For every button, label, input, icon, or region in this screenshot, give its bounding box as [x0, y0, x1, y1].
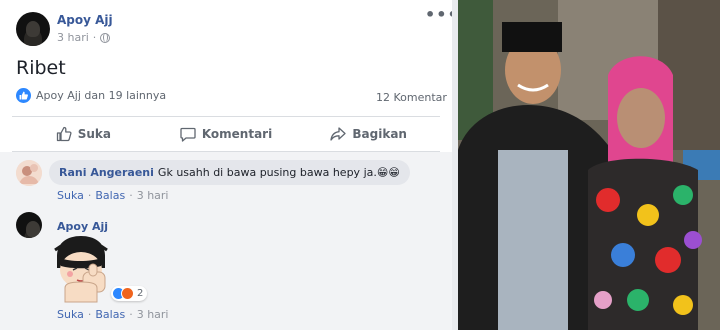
photo-illustration [458, 0, 720, 330]
reactions-text: Apoy Ajj dan 19 lainnya [36, 89, 167, 102]
angry-reaction-icon [121, 287, 134, 300]
comment-like-link[interactable]: Suka [57, 189, 84, 202]
comment-bubble: Rani Angeraeni Gk usahh di bawa pusing ba… [49, 160, 410, 185]
comment-reply-link[interactable]: Balas [95, 189, 125, 202]
commenter-avatar[interactable] [16, 212, 42, 238]
thumbs-up-girl-sticker [49, 234, 113, 306]
comment-text: Gk usahh di bawa pusing bawa hepy ja. [157, 166, 377, 179]
post-actions: Suka Komentari Bagikan [12, 118, 440, 150]
sticker-reactions[interactable]: 2 [111, 286, 148, 301]
like-reaction-icon [16, 88, 31, 103]
comment-dot: · [87, 308, 92, 321]
globe-icon[interactable] [100, 32, 111, 43]
comment-actions: Suka · Balas · 3 hari [57, 189, 169, 202]
comment-reply-link[interactable]: Balas [95, 308, 125, 321]
more-options-icon[interactable]: ••• [425, 5, 452, 24]
comment-time[interactable]: 3 hari [137, 308, 169, 321]
post-text: Ribet [16, 57, 66, 79]
comment-time[interactable]: 3 hari [137, 189, 169, 202]
share-icon [330, 126, 347, 142]
share-button[interactable]: Bagikan [297, 118, 440, 150]
like-label: Suka [77, 127, 111, 141]
comment-actions: Suka · Balas · 3 hari [57, 308, 169, 321]
post-timestamp[interactable]: 3 hari [57, 31, 89, 44]
post-card: Apoy Ajj 3 hari · ••• Ribet Apoy Ajj dan… [0, 0, 452, 330]
divider-top [12, 116, 440, 117]
like-icon [56, 126, 72, 142]
comment-button[interactable]: Komentari [155, 118, 298, 150]
meta-separator: · [92, 31, 97, 44]
post-author-name[interactable]: Apoy Ajj [57, 13, 113, 27]
comment-dot: · [129, 308, 133, 321]
post-author-avatar[interactable] [16, 12, 50, 46]
reactions-summary[interactable]: Apoy Ajj dan 19 lainnya [16, 88, 166, 103]
comment-dot: · [129, 189, 133, 202]
comment-icon [180, 126, 196, 142]
comment-label: Komentari [201, 127, 273, 141]
post-photo[interactable] [458, 0, 720, 330]
commenter-avatar[interactable] [16, 160, 42, 186]
comment-author[interactable]: Rani Angeraeni [59, 166, 154, 179]
sticker-reaction-count: 2 [137, 288, 144, 299]
comment-like-link[interactable]: Suka [57, 308, 84, 321]
like-button[interactable]: Suka [12, 118, 155, 150]
post-meta: 3 hari · [57, 31, 111, 44]
comment-dot: · [87, 189, 92, 202]
share-label: Bagikan [352, 127, 407, 141]
comment-count[interactable]: 12 Komentar [376, 91, 447, 104]
comment-emoji: 😁😁 [376, 166, 400, 179]
comment-author[interactable]: Apoy Ajj [57, 220, 108, 233]
